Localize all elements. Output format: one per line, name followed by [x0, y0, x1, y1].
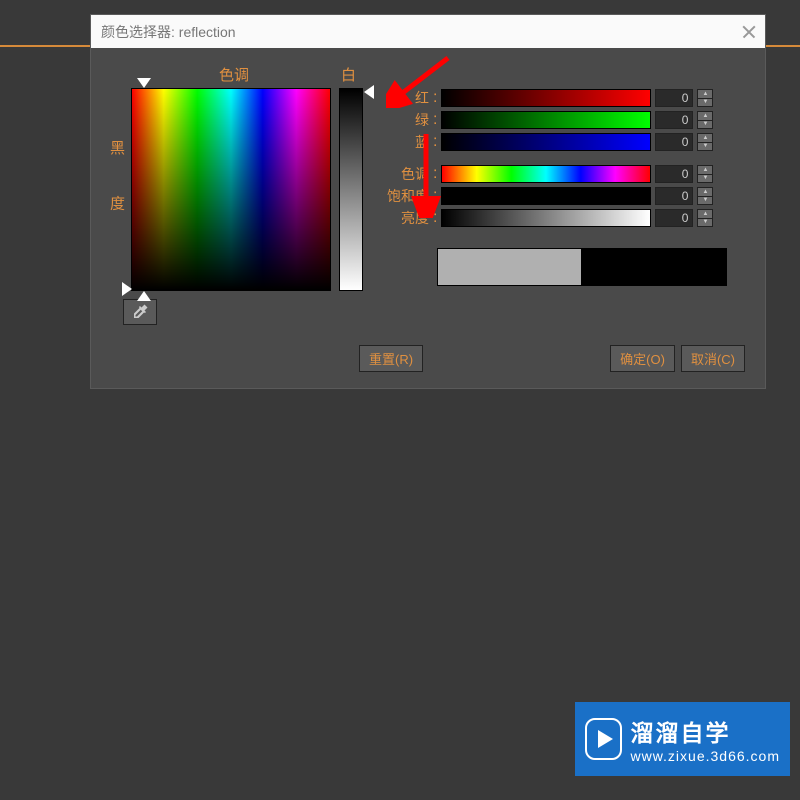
hue-top-marker-icon — [137, 78, 151, 88]
channel-red-label: 红 — [377, 88, 429, 108]
dialog-title: 颜色选择器: reflection — [101, 22, 236, 42]
channel-hue-row: 色调: 0 ▲▼ — [377, 164, 745, 184]
swatch-compare — [437, 248, 745, 286]
divider-line-right — [765, 45, 800, 47]
watermark-url: www.zixue.3d66.com — [630, 748, 780, 764]
ok-button[interactable]: 确定(O) — [610, 345, 675, 372]
sat-slider[interactable] — [441, 187, 651, 205]
val-value[interactable]: 0 — [655, 209, 693, 227]
whiteness-marker-icon — [364, 85, 374, 99]
blue-value[interactable]: 0 — [655, 133, 693, 151]
blue-slider[interactable] — [441, 133, 651, 151]
blue-spinner[interactable]: ▲▼ — [697, 133, 713, 151]
divider-line — [0, 45, 90, 47]
cancel-button[interactable]: 取消(C) — [681, 345, 745, 372]
val-slider[interactable] — [441, 209, 651, 227]
sat-spinner[interactable]: ▲▼ — [697, 187, 713, 205]
whiteness-slider[interactable] — [339, 88, 363, 291]
eyedropper-button[interactable] — [123, 299, 157, 325]
blackness-marker-icon — [122, 282, 132, 296]
green-spinner[interactable]: ▲▼ — [697, 111, 713, 129]
watermark-badge: 溜溜自学 www.zixue.3d66.com — [575, 702, 790, 776]
eyedropper-icon — [131, 303, 149, 321]
play-icon — [585, 718, 622, 760]
red-spinner[interactable]: ▲▼ — [697, 89, 713, 107]
sat-value[interactable]: 0 — [655, 187, 693, 205]
blackness-label: 黑 度 — [106, 140, 127, 228]
hue-slider[interactable] — [441, 165, 651, 183]
color-field-panel: 色调 白度 黑 度 — [111, 68, 363, 325]
channel-green-row: 绿: 0 ▲▼ — [377, 110, 745, 130]
hue-bottom-marker-icon — [137, 291, 151, 301]
close-icon[interactable] — [742, 25, 755, 38]
channel-blue-row: 蓝: 0 ▲▼ — [377, 132, 745, 152]
red-slider[interactable] — [441, 89, 651, 107]
red-value[interactable]: 0 — [655, 89, 693, 107]
channel-blue-label: 蓝 — [377, 132, 429, 152]
hue-value[interactable]: 0 — [655, 165, 693, 183]
channel-panel: 红: 0 ▲▼ 绿: 0 ▲▼ 蓝: 0 ▲▼ 色调: 0 — [377, 68, 745, 325]
channel-sat-label: 饱和度 — [377, 186, 429, 206]
reset-button[interactable]: 重置(R) — [359, 345, 423, 372]
hue-label: 色调 — [219, 64, 249, 85]
titlebar: 颜色选择器: reflection — [91, 15, 765, 48]
channel-green-label: 绿 — [377, 110, 429, 130]
channel-sat-row: 饱和度: 0 ▲▼ — [377, 186, 745, 206]
swatch-old — [582, 248, 727, 286]
hue-field[interactable] — [131, 88, 331, 291]
channel-hue-label: 色调 — [377, 164, 429, 184]
swatch-new — [437, 248, 582, 286]
channel-val-label: 亮度 — [377, 208, 429, 228]
green-slider[interactable] — [441, 111, 651, 129]
color-picker-dialog: 颜色选择器: reflection 色调 白度 黑 度 — [90, 14, 766, 389]
channel-red-row: 红: 0 ▲▼ — [377, 88, 745, 108]
watermark-title: 溜溜自学 — [630, 714, 780, 748]
channel-val-row: 亮度: 0 ▲▼ — [377, 208, 745, 228]
val-spinner[interactable]: ▲▼ — [697, 209, 713, 227]
hue-spinner[interactable]: ▲▼ — [697, 165, 713, 183]
green-value[interactable]: 0 — [655, 111, 693, 129]
